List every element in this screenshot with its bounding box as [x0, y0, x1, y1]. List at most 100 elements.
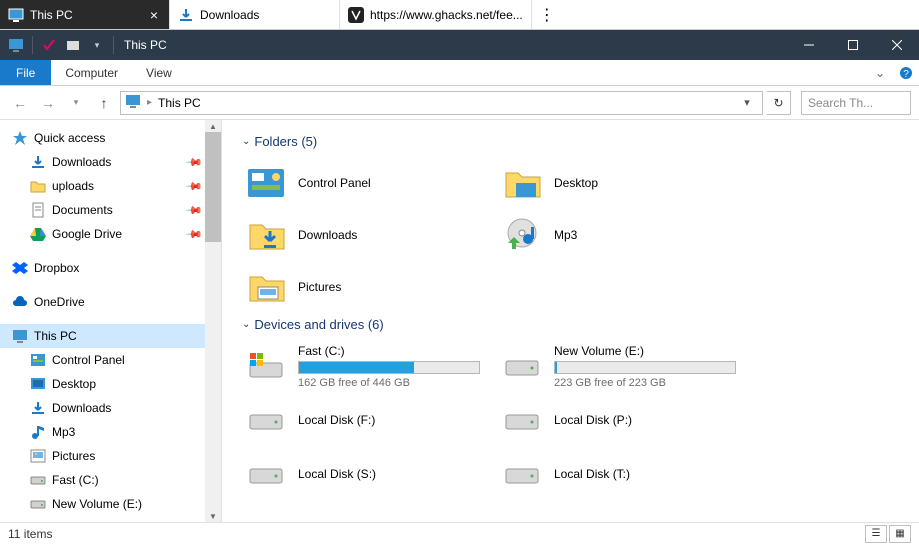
sidebar-item-uploads[interactable]: uploads 📌 — [0, 174, 221, 198]
sidebar-item-downloads[interactable]: Downloads 📌 — [0, 150, 221, 174]
folder-pictures[interactable]: Pictures — [242, 263, 488, 311]
browser-tab-url[interactable]: https://www.ghacks.net/fee... — [340, 0, 532, 29]
capacity-bar — [554, 361, 736, 374]
minimize-button[interactable] — [787, 30, 831, 60]
sidebar-item-fastc[interactable]: Fast (C:) — [0, 468, 221, 492]
monitor-icon — [8, 7, 24, 23]
ribbon-file-tab[interactable]: File — [0, 60, 51, 85]
drive-icon — [244, 403, 288, 437]
controlpanel-icon — [244, 161, 288, 205]
controlpanel-icon — [30, 352, 46, 368]
newfolder-icon[interactable] — [63, 35, 83, 55]
svg-text:?: ? — [903, 69, 909, 80]
ribbon-expand-button[interactable]: ⌄ — [867, 60, 893, 85]
drive-newvolume-e[interactable]: New Volume (E:) 223 GB free of 223 GB — [498, 342, 744, 390]
pin-icon: 📌 — [185, 177, 204, 196]
refresh-button[interactable]: ↻ — [767, 91, 791, 115]
tab-title: Downloads — [200, 8, 331, 22]
ribbon-view-tab[interactable]: View — [132, 60, 186, 85]
folder-downloads[interactable]: Downloads — [242, 211, 488, 259]
ribbon: File Computer View ⌄ ? — [0, 60, 919, 86]
capacity-bar — [298, 361, 480, 374]
downloads-folder-icon — [244, 213, 288, 257]
sidebar-quick-access[interactable]: Quick access — [0, 126, 221, 150]
desktop-folder-icon — [500, 161, 544, 205]
folder-desktop[interactable]: Desktop — [498, 159, 744, 207]
sidebar-item-mp3[interactable]: Mp3 — [0, 420, 221, 444]
drive-icon — [500, 457, 544, 491]
address-dropdown-button[interactable]: ▾ — [736, 92, 758, 114]
browser-tab-thispc[interactable]: This PC × — [0, 0, 170, 29]
folder-control-panel[interactable]: Control Panel — [242, 159, 488, 207]
details-view-button[interactable]: ☰ — [865, 525, 887, 543]
music-disc-icon — [500, 213, 544, 257]
drive-localdisk-p[interactable]: Local Disk (P:) — [498, 396, 744, 444]
drive-fast-c[interactable]: Fast (C:) 162 GB free of 446 GB — [242, 342, 488, 390]
music-icon — [30, 424, 46, 440]
onedrive-icon — [12, 294, 28, 310]
separator — [32, 36, 33, 54]
sidebar-item-documents[interactable]: Documents 📌 — [0, 198, 221, 222]
sidebar-dropbox[interactable]: Dropbox — [0, 256, 221, 280]
back-button[interactable]: ← — [8, 91, 32, 115]
pictures-icon — [30, 448, 46, 464]
close-button[interactable] — [875, 30, 919, 60]
download-icon — [30, 154, 46, 170]
drive-localdisk-s[interactable]: Local Disk (S:) — [242, 450, 488, 498]
sidebar-item-googledrive[interactable]: Google Drive 📌 — [0, 222, 221, 246]
help-button[interactable]: ? — [893, 60, 919, 85]
os-drive-icon — [244, 349, 288, 383]
status-bar: 11 items ☰ ▦ — [0, 522, 919, 544]
pin-icon: 📌 — [185, 153, 204, 172]
drive-icon — [30, 496, 46, 512]
properties-icon[interactable] — [39, 35, 59, 55]
monitor-icon — [12, 328, 28, 344]
chevron-down-icon: ⌄ — [242, 136, 250, 147]
star-icon — [12, 130, 28, 146]
googledrive-icon — [30, 226, 46, 242]
drive-localdisk-t[interactable]: Local Disk (T:) — [498, 450, 744, 498]
recent-locations-button[interactable]: ▾ — [64, 91, 88, 115]
breadcrumb-thispc[interactable]: This PC — [158, 96, 201, 110]
scroll-up-icon[interactable]: ▲ — [205, 120, 221, 132]
up-button[interactable]: ↑ — [92, 91, 116, 115]
search-input[interactable] — [808, 96, 904, 110]
chevron-icon[interactable]: ▸ — [147, 97, 152, 108]
ribbon-computer-tab[interactable]: Computer — [51, 60, 132, 85]
search-box[interactable] — [801, 91, 911, 115]
folder-mp3[interactable]: Mp3 — [498, 211, 744, 259]
sidebar-item-newvolumee[interactable]: New Volume (E:) — [0, 492, 221, 516]
group-folders-header[interactable]: ⌄ Folders (5) — [242, 134, 919, 149]
window-title: This PC — [124, 38, 167, 52]
window-titlebar: ▾ This PC — [0, 30, 919, 60]
pin-icon: 📌 — [185, 225, 204, 244]
scrollbar-thumb[interactable] — [205, 132, 221, 242]
close-icon[interactable]: × — [147, 8, 161, 22]
scroll-down-icon[interactable]: ▼ — [205, 510, 221, 522]
sidebar-onedrive[interactable]: OneDrive — [0, 290, 221, 314]
sidebar-item-controlpanel[interactable]: Control Panel — [0, 348, 221, 372]
content-pane: ⌄ Folders (5) Control Panel Desktop Down… — [222, 120, 919, 522]
download-icon — [178, 7, 194, 23]
drive-localdisk-f[interactable]: Local Disk (F:) — [242, 396, 488, 444]
sidebar-item-pictures[interactable]: Pictures — [0, 444, 221, 468]
browser-tab-downloads[interactable]: Downloads — [170, 0, 340, 29]
sidebar-this-pc[interactable]: This PC — [0, 324, 221, 348]
quickaccess-chevron-icon[interactable]: ▾ — [87, 35, 107, 55]
group-drives-header[interactable]: ⌄ Devices and drives (6) — [242, 317, 919, 332]
monitor-icon — [125, 93, 141, 112]
sidebar-item-downloads2[interactable]: Downloads — [0, 396, 221, 420]
drive-icon — [244, 457, 288, 491]
tab-title: This PC — [30, 8, 141, 22]
folder-icon — [30, 178, 46, 194]
tab-menu-button[interactable]: ⋮ — [532, 0, 562, 29]
dropbox-icon — [12, 260, 28, 276]
icons-view-button[interactable]: ▦ — [889, 525, 911, 543]
item-count: 11 items — [8, 527, 52, 541]
maximize-button[interactable] — [831, 30, 875, 60]
address-bar[interactable]: ▸ This PC ▾ — [120, 91, 763, 115]
sidebar-item-desktop[interactable]: Desktop — [0, 372, 221, 396]
browser-tab-strip: This PC × Downloads https://www.ghacks.n… — [0, 0, 919, 30]
sidebar-scrollbar[interactable]: ▲ ▼ — [205, 120, 221, 522]
forward-button[interactable]: → — [36, 91, 60, 115]
